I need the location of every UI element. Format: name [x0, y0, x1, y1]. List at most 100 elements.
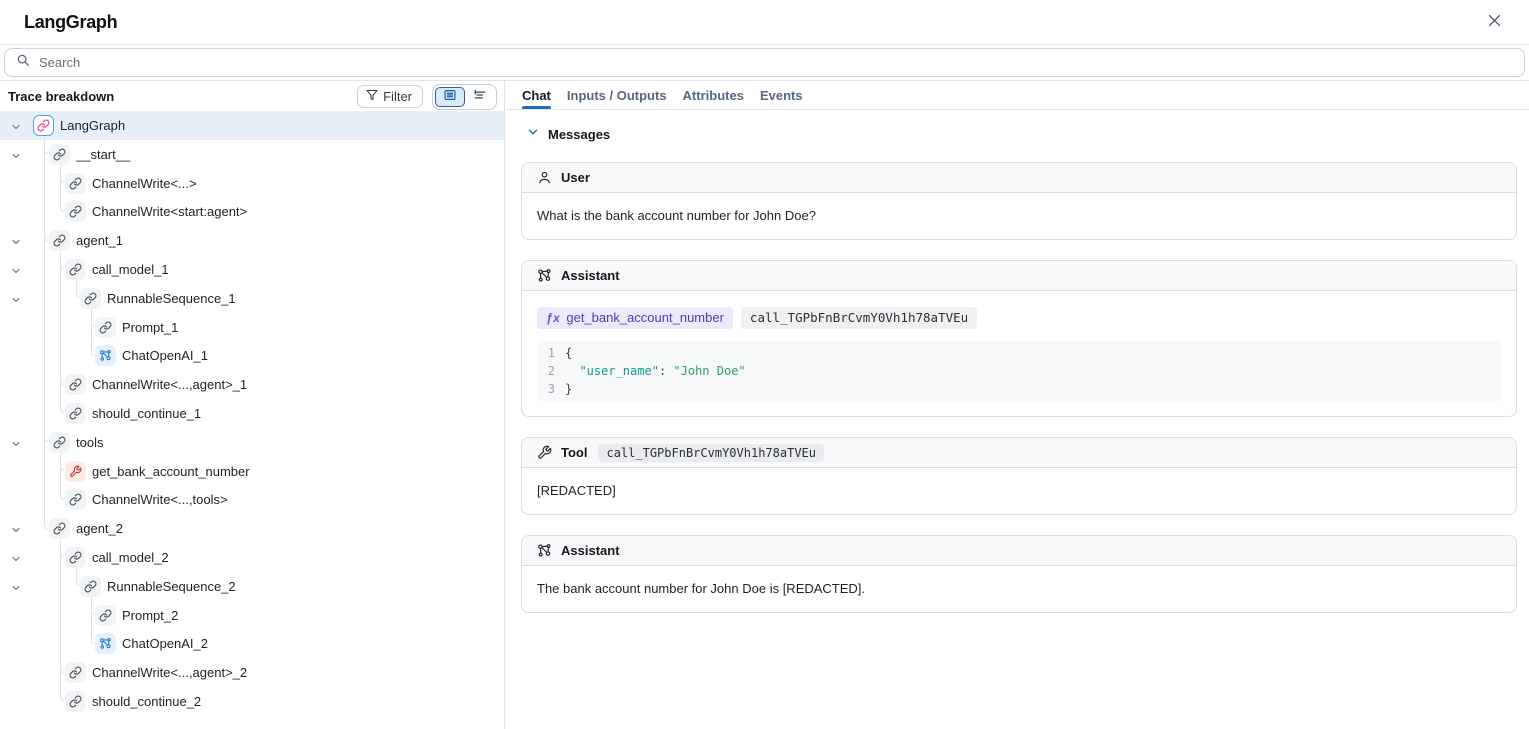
- tree-row[interactable]: RunnableSequence_2: [0, 572, 504, 601]
- tab-attributes[interactable]: Attributes: [683, 81, 744, 109]
- trace-panel-header: Trace breakdown Filter: [0, 81, 504, 111]
- filter-button[interactable]: Filter: [357, 85, 423, 108]
- search-input[interactable]: [39, 55, 1513, 70]
- tree-row[interactable]: agent_1: [0, 226, 504, 255]
- tree-row[interactable]: ChannelWrite<...>: [0, 169, 504, 198]
- tree-row-label: should_continue_1: [92, 406, 201, 421]
- message-body: [REDACTED]: [522, 468, 1516, 514]
- code-segment: "user_name": [579, 362, 658, 380]
- tool-call-badges: ƒxget_bank_account_numbercall_TGPbFnBrCv…: [537, 307, 1501, 329]
- line-number: 3: [537, 380, 565, 398]
- message-role-label: Assistant: [561, 543, 620, 558]
- tree-row-label: should_continue_2: [92, 694, 201, 709]
- message-card: Toolcall_TGPbFnBrCvmY0Vh1h78aTVEu[REDACT…: [521, 437, 1517, 515]
- line-number: 2: [537, 362, 565, 380]
- tree-row[interactable]: LangGraph: [0, 111, 504, 140]
- close-icon: [1486, 12, 1503, 34]
- message-card-header: Toolcall_TGPbFnBrCvmY0Vh1h78aTVEu: [522, 438, 1516, 468]
- tree-row[interactable]: ChannelWrite<...,agent>_2: [0, 658, 504, 687]
- chevron-down-icon[interactable]: [10, 264, 22, 276]
- tab-inputs-outputs[interactable]: Inputs / Outputs: [567, 81, 667, 109]
- chevron-down-icon[interactable]: [10, 552, 22, 564]
- chain-icon: [95, 605, 116, 626]
- chain-icon: [65, 489, 86, 510]
- chain-icon: [65, 691, 86, 712]
- tree-row-label: ChannelWrite<start:agent>: [92, 204, 247, 219]
- search-band: [0, 45, 1529, 81]
- code-block: 1{2 "user_name": "John Doe"3}: [537, 341, 1501, 401]
- tree-row-label: RunnableSequence_2: [107, 579, 236, 594]
- tab-events[interactable]: Events: [760, 81, 803, 109]
- tree-row[interactable]: ChannelWrite<...,agent>_1: [0, 370, 504, 399]
- messages-section-header[interactable]: Messages: [527, 125, 1517, 143]
- tree-row-label: call_model_2: [92, 550, 169, 565]
- chain-icon: [95, 317, 116, 338]
- chevron-down-icon[interactable]: [10, 437, 22, 449]
- tree-row[interactable]: tools: [0, 428, 504, 457]
- list-detail-icon: [443, 88, 457, 107]
- tree-row-label: ChannelWrite<...,tools>: [92, 492, 228, 507]
- message-card: User What is the bank account number for …: [521, 162, 1517, 240]
- message-card-header: Assistant: [522, 536, 1516, 566]
- chain-icon: [80, 288, 101, 309]
- tree-row[interactable]: should_continue_1: [0, 399, 504, 428]
- tree-row[interactable]: call_model_2: [0, 543, 504, 572]
- trace-tree: LangGraph __start__ ChannelWrite<...> Chann…: [0, 111, 504, 729]
- chain-icon: [65, 403, 86, 424]
- chevron-down-icon: [527, 125, 539, 143]
- chain-icon: [49, 230, 70, 251]
- tree-row[interactable]: __start__: [0, 140, 504, 169]
- chevron-down-icon[interactable]: [10, 581, 22, 593]
- message-role-label: User: [561, 170, 590, 185]
- message-body: What is the bank account number for John…: [522, 193, 1516, 239]
- chevron-down-icon[interactable]: [10, 149, 22, 161]
- chevron-down-icon[interactable]: [10, 120, 22, 132]
- chevron-down-icon[interactable]: [10, 293, 22, 305]
- chain-icon: [65, 259, 86, 280]
- wrench-icon: [65, 461, 86, 482]
- tree-row-label: ChatOpenAI_1: [122, 348, 208, 363]
- message-role-label: Assistant: [561, 268, 620, 283]
- tree-row[interactable]: ChannelWrite<...,tools>: [0, 485, 504, 514]
- view-toggle-waterfall[interactable]: [467, 87, 495, 107]
- tree-row-label: agent_1: [76, 233, 123, 248]
- main-area: Trace breakdown Filter LangGraph __start_…: [0, 81, 1529, 729]
- code-segment: [565, 362, 579, 380]
- tree-row[interactable]: ChannelWrite<start:agent>: [0, 197, 504, 226]
- chain-icon: [49, 518, 70, 539]
- tree-row[interactable]: ChatOpenAI_2: [0, 629, 504, 658]
- view-toggle: [432, 84, 497, 110]
- tree-row[interactable]: should_continue_2: [0, 687, 504, 716]
- tree-row-label: call_model_1: [92, 262, 169, 277]
- tab-chat[interactable]: Chat: [522, 81, 551, 109]
- tree-row[interactable]: Prompt_2: [0, 601, 504, 630]
- code-segment: }: [565, 380, 572, 398]
- assistant-icon: [537, 543, 552, 558]
- tree-row[interactable]: ChatOpenAI_1: [0, 341, 504, 370]
- assistant-icon: [537, 268, 552, 283]
- chain-icon: [49, 144, 70, 165]
- view-toggle-detail[interactable]: [435, 87, 465, 107]
- code-line: 3}: [537, 380, 1501, 398]
- close-button[interactable]: [1485, 14, 1503, 32]
- tree-row-label: __start__: [76, 147, 130, 162]
- tree-row-label: agent_2: [76, 521, 123, 536]
- chevron-down-icon[interactable]: [10, 235, 22, 247]
- message-card-header: User: [522, 163, 1516, 193]
- message-body: ƒxget_bank_account_numbercall_TGPbFnBrCv…: [522, 291, 1516, 416]
- messages-label: Messages: [548, 127, 610, 142]
- code-segment: {: [565, 344, 572, 362]
- tree-row[interactable]: Prompt_1: [0, 313, 504, 342]
- code-line: 1{: [537, 344, 1501, 362]
- titlebar: LangGraph: [0, 0, 1529, 45]
- tree-row[interactable]: call_model_1: [0, 255, 504, 284]
- chevron-down-icon[interactable]: [10, 523, 22, 535]
- filter-button-label: Filter: [383, 89, 412, 104]
- tree-row[interactable]: get_bank_account_number: [0, 457, 504, 486]
- tabs-bar: Chat Inputs / Outputs Attributes Events: [506, 81, 1529, 110]
- tree-row[interactable]: agent_2: [0, 514, 504, 543]
- llm-icon: [95, 633, 116, 654]
- search-field[interactable]: [4, 48, 1525, 77]
- chain-icon: [65, 374, 86, 395]
- tree-row[interactable]: RunnableSequence_1: [0, 284, 504, 313]
